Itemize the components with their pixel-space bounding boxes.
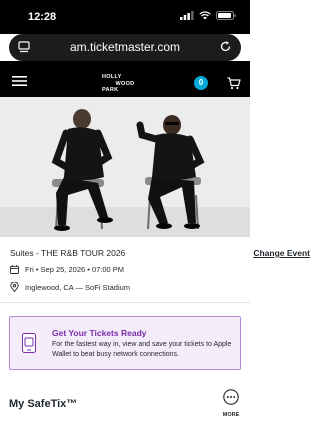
calendar-icon [10, 265, 19, 274]
hero-illustration [0, 97, 250, 237]
status-time: 12:28 [28, 11, 57, 23]
cart-count-badge[interactable]: 0 [194, 76, 208, 90]
more-button[interactable]: MORE [222, 389, 240, 418]
reload-icon[interactable] [219, 40, 232, 53]
more-dots-icon [223, 389, 239, 405]
signal-icon [180, 11, 194, 20]
wifi-icon [199, 11, 211, 20]
more-label: MORE [222, 412, 240, 418]
event-venue-row: Inglewood, CA — SoFi Stadium [10, 282, 130, 292]
event-date-row: Fri • Sep 25, 2026 • 07:00 PM [10, 265, 124, 274]
divider [0, 302, 250, 303]
event-venue: Inglewood, CA — SoFi Stadium [25, 282, 131, 292]
cart-icon[interactable] [227, 77, 241, 90]
notice-title: Get Your Tickets Ready [52, 328, 147, 338]
notice-body: For the fastest way in, view and save yo… [52, 341, 232, 358]
phone-ticket-icon [22, 333, 36, 353]
venue-logo[interactable]: HOLLY WOOD PARK [102, 74, 148, 94]
battery-icon [216, 11, 236, 20]
event-title: Suites - THE R&B TOUR 2026 [10, 248, 126, 258]
status-bar: 12:28 [0, 0, 250, 34]
url-text[interactable]: am.ticketmaster.com [9, 40, 241, 54]
browser-url-bar[interactable]: am.ticketmaster.com [9, 34, 241, 61]
logo-line-3: PARK [102, 87, 119, 93]
wallet-notice-banner[interactable]: Get Your Tickets Ready For the fastest w… [9, 316, 241, 370]
status-indicators [180, 11, 236, 20]
safetix-heading: My SafeTix™ [9, 398, 78, 410]
site-header: HOLLY WOOD PARK [0, 61, 250, 97]
event-hero-image [0, 97, 250, 237]
event-datetime: Fri • Sep 25, 2026 • 07:00 PM [25, 265, 125, 274]
location-pin-icon [10, 282, 19, 292]
change-event-link[interactable]: Change Event [253, 248, 310, 258]
menu-icon[interactable] [12, 76, 27, 86]
